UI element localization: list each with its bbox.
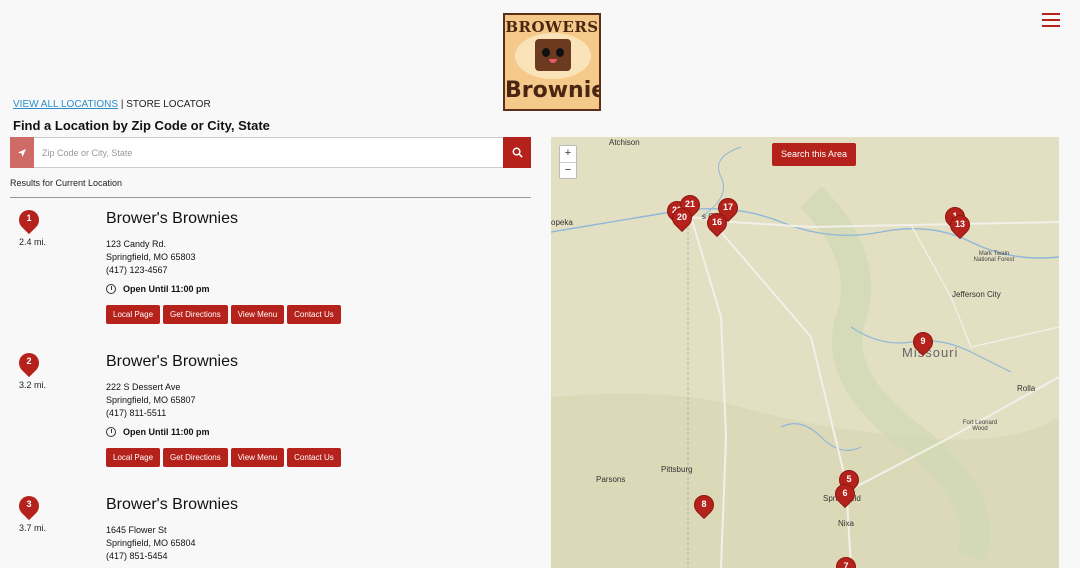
result-city: Springfield, MO 65804 (106, 538, 196, 548)
result-hours: Open Until 11:00 pm (106, 284, 210, 294)
map-pin-icon[interactable]: 6 (830, 479, 860, 510)
view-menu-button[interactable]: View Menu (230, 305, 285, 324)
search-input[interactable] (34, 137, 503, 168)
result-address: 222 S Dessert Ave Springfield, MO 65807 … (106, 381, 196, 420)
result-address: 1645 Flower St Springfield, MO 65804 (41… (106, 524, 196, 563)
result-address: 123 Candy Rd. Springfield, MO 65803 (417… (106, 238, 196, 277)
logo-bottom-text: Brownie (505, 78, 601, 103)
result-name: Brower's Brownies (106, 210, 238, 227)
finder-title: Find a Location by Zip Code or City, Sta… (13, 118, 270, 133)
map-pin-icon[interactable]: 9 (908, 327, 938, 358)
zoom-control: + − (559, 145, 577, 179)
map-label: Parsons (596, 475, 626, 484)
clock-icon (106, 284, 116, 294)
search-this-area-button[interactable]: Search this Area (772, 143, 857, 166)
map-label: Jefferson City (952, 290, 1001, 299)
map-label: Mark Twain National Forest (973, 251, 1015, 263)
map-label: Fort Leonard Wood (962, 420, 998, 432)
result-phone: (417) 811-5511 (106, 408, 167, 418)
result-card: 1 2.4 mi. Brower's Brownies 123 Candy Rd… (10, 205, 531, 350)
result-hours: Open Until 11:00 pm (106, 427, 210, 437)
result-actions: Local Page Get Directions View Menu Cont… (106, 305, 341, 324)
map-pin-icon[interactable]: 13 (945, 210, 975, 241)
breadcrumb: VIEW ALL LOCATIONS | STORE LOCATOR (13, 99, 211, 110)
search-bar (10, 137, 531, 168)
result-name: Brower's Brownies (106, 353, 238, 370)
view-menu-button[interactable]: View Menu (230, 448, 285, 467)
local-page-button[interactable]: Local Page (106, 305, 161, 324)
map-terrain (551, 137, 1059, 568)
get-directions-button[interactable]: Get Directions (163, 305, 228, 324)
breadcrumb-view-all-link[interactable]: VIEW ALL LOCATIONS (13, 99, 118, 110)
map-label: opeka (551, 218, 573, 227)
map-label: Atchison (609, 138, 640, 147)
result-street: 1645 Flower St (106, 525, 167, 535)
brownie-mascot-icon (535, 39, 571, 71)
contact-us-button[interactable]: Contact Us (287, 305, 341, 324)
search-icon (512, 147, 523, 158)
result-hours-text: Open Until 11:00 pm (123, 427, 210, 437)
contact-us-button[interactable]: Contact Us (287, 448, 341, 467)
result-phone: (417) 123-4567 (106, 265, 168, 275)
result-city: Springfield, MO 65803 (106, 252, 196, 262)
map-label: Rolla (1017, 384, 1036, 393)
divider (10, 197, 531, 198)
map-pin-icon[interactable]: 8 (689, 490, 719, 521)
search-button[interactable] (503, 137, 531, 168)
map-label: Nixa (838, 519, 855, 528)
result-name: Brower's Brownies (106, 496, 238, 513)
result-street: 123 Candy Rd. (106, 239, 167, 249)
result-distance: 3.7 mi. (19, 523, 47, 533)
logo-top-text: BROWERS (505, 18, 599, 36)
map-pin-icon[interactable]: 20 (667, 203, 697, 234)
breadcrumb-current: STORE LOCATOR (126, 99, 211, 110)
brand-logo[interactable]: BROWERS Brownie (503, 13, 601, 111)
breadcrumb-separator: | (120, 99, 124, 110)
results-label: Results for Current Location (10, 178, 123, 188)
result-distance: 3.2 mi. (19, 380, 47, 390)
map-pin-icon[interactable]: 16 (702, 208, 732, 239)
local-page-button[interactable]: Local Page (106, 448, 161, 467)
result-distance: 2.4 mi. (19, 237, 47, 247)
store-map[interactable]: + − Search this Area Atchison opeka s Ci… (551, 137, 1059, 568)
zoom-in-button[interactable]: + (560, 146, 576, 162)
result-card: 3 3.7 mi. Brower's Brownies 1645 Flower … (10, 491, 531, 568)
result-phone: (417) 851-5454 (106, 551, 168, 561)
result-pin-icon: 3 (14, 491, 44, 521)
result-hours-text: Open Until 11:00 pm (123, 284, 210, 294)
result-card: 2 3.2 mi. Brower's Brownies 222 S Desser… (10, 348, 531, 493)
location-arrow-icon[interactable] (10, 137, 34, 168)
clock-icon (106, 427, 116, 437)
get-directions-button[interactable]: Get Directions (163, 448, 228, 467)
result-actions: Local Page Get Directions View Menu Cont… (106, 448, 341, 467)
result-street: 222 S Dessert Ave (106, 382, 181, 392)
result-pin-icon: 1 (14, 205, 44, 235)
map-pin-icon[interactable]: 7 (831, 552, 861, 568)
hamburger-icon[interactable] (1042, 13, 1060, 27)
map-label: Pittsburg (661, 465, 693, 474)
result-city: Springfield, MO 65807 (106, 395, 196, 405)
zoom-out-button[interactable]: − (560, 162, 576, 178)
result-pin-icon: 2 (14, 348, 44, 378)
